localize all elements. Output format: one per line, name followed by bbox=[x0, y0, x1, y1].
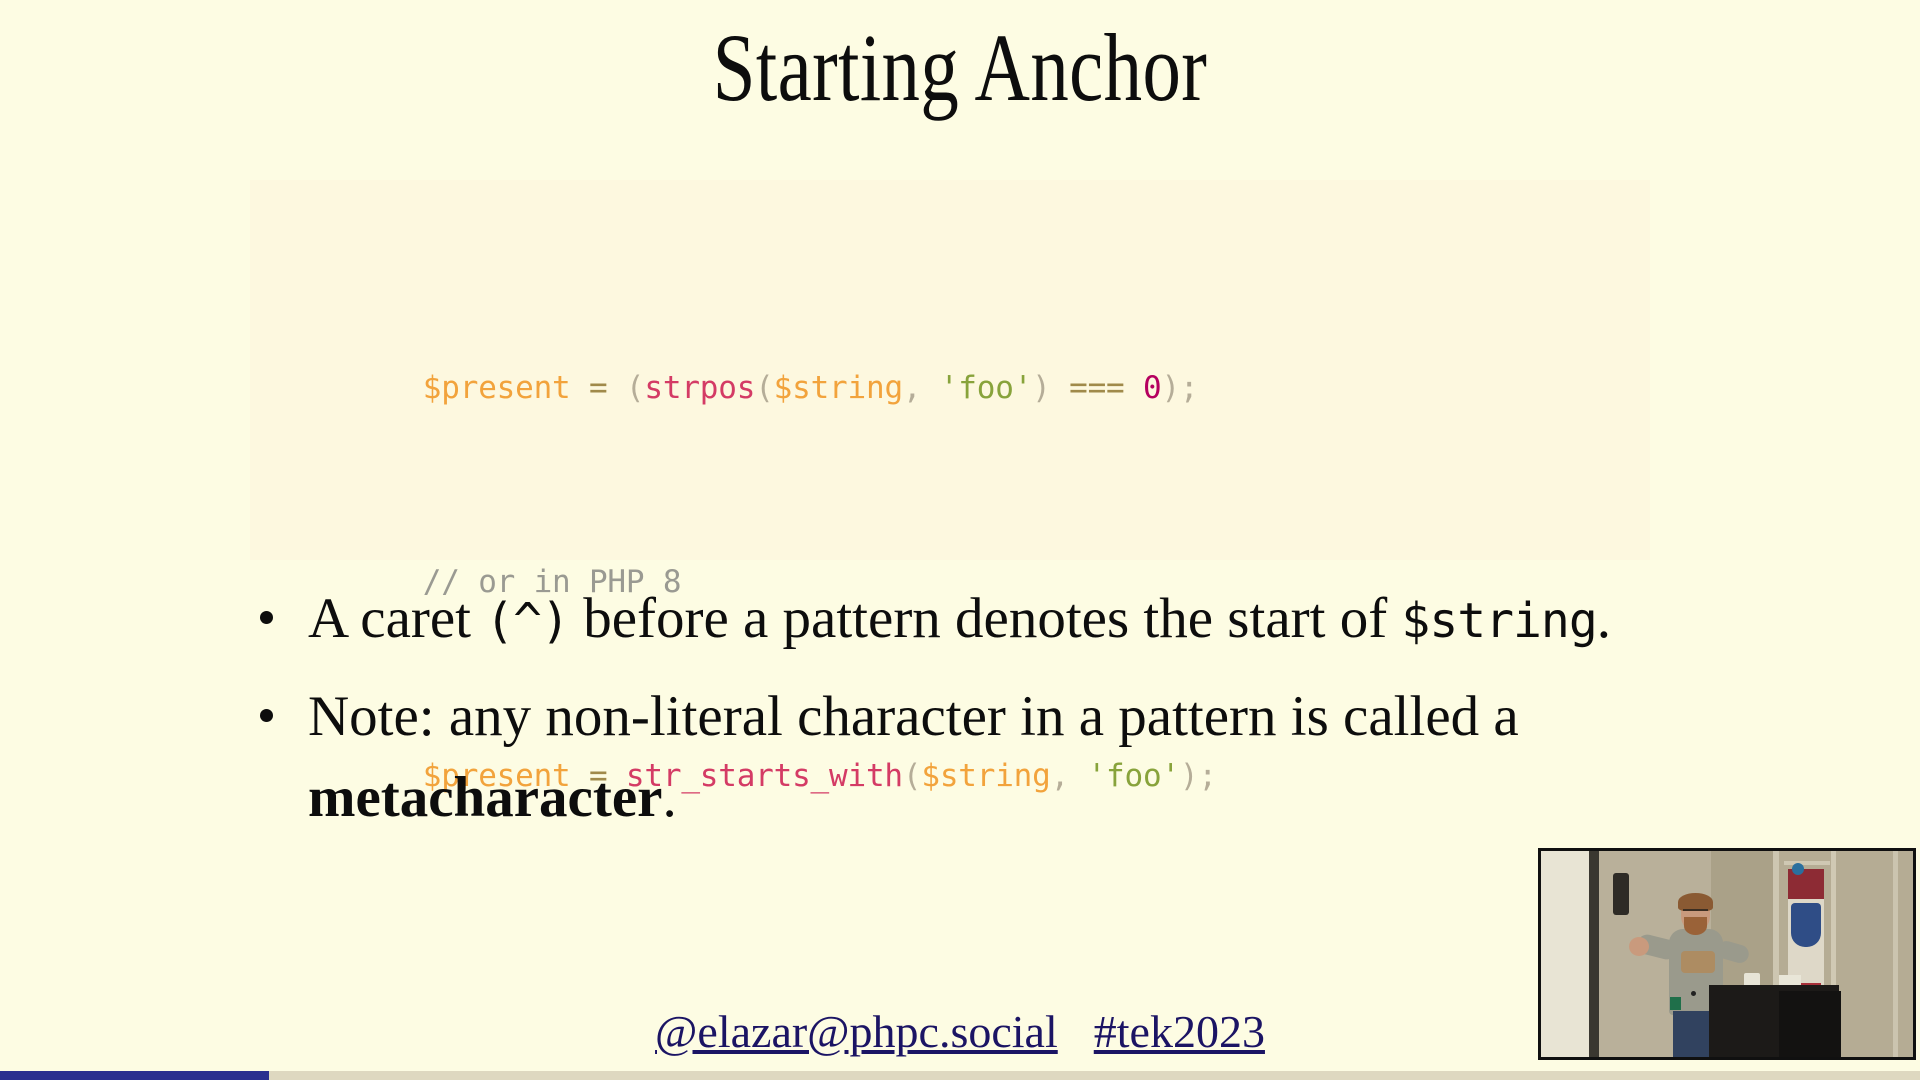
podium-side bbox=[1779, 991, 1841, 1057]
speaker-shirt-graphic bbox=[1681, 951, 1715, 973]
bullet-text-part: . bbox=[662, 766, 677, 829]
banner-knob bbox=[1792, 863, 1804, 875]
wall-left bbox=[1541, 851, 1589, 1057]
mastodon-handle-link[interactable]: @elazar@phpc.social bbox=[655, 1006, 1058, 1057]
code-token-paren: ( bbox=[755, 369, 774, 406]
presentation-slide: Starting Anchor $present = (strpos($stri… bbox=[0, 0, 1920, 1080]
code-token-variable: $present bbox=[422, 369, 571, 406]
code-token-variable: $string bbox=[773, 369, 903, 406]
code-token-comma: , bbox=[902, 369, 922, 406]
speaker-lapel-mic bbox=[1691, 991, 1696, 996]
bullet-text-part-bold: metacharacter bbox=[308, 766, 663, 829]
bullet-dot-icon bbox=[260, 611, 273, 624]
code-token-terminator: ); bbox=[1161, 369, 1199, 406]
bullet-text-part-mono: $string bbox=[1401, 593, 1597, 649]
slide-progress-fill bbox=[0, 1071, 269, 1080]
page-title: Starting Anchor bbox=[712, 14, 1208, 121]
code-token-paren: ( bbox=[625, 369, 645, 406]
bullet-text-part: Note: any non-literal character in a pat… bbox=[308, 685, 1519, 748]
bullet-text-part: A caret bbox=[308, 587, 486, 650]
code-line-2: // or in PHP 8 bbox=[312, 509, 1650, 600]
wall-edge-dark bbox=[1589, 851, 1599, 1057]
code-block: $present = (strpos($string, 'foo') === 0… bbox=[250, 180, 1650, 794]
hashtag-link[interactable]: #tek2023 bbox=[1094, 1006, 1265, 1057]
speaker-hand-left bbox=[1629, 937, 1649, 956]
banner-badge-1 bbox=[1791, 903, 1821, 947]
banner-rod bbox=[1784, 861, 1830, 865]
speaker-beard bbox=[1684, 917, 1707, 935]
speaker-glasses-icon bbox=[1683, 909, 1708, 915]
list-item: Note: any non-literal character in a pat… bbox=[252, 676, 1612, 838]
door-handle-icon bbox=[1613, 873, 1629, 915]
bullet-text-part: before a pattern denotes the start of bbox=[568, 587, 1402, 650]
code-token-function: strpos bbox=[644, 369, 756, 406]
code-token-string: 'foo' bbox=[939, 369, 1033, 406]
list-item: A caret (^) before a pattern denotes the… bbox=[252, 578, 1612, 662]
code-token-operator: = bbox=[588, 369, 608, 406]
speaker-lanyard-badge bbox=[1670, 997, 1681, 1010]
speaker-video-thumbnail[interactable] bbox=[1538, 848, 1916, 1060]
wall-seam-3 bbox=[1893, 851, 1898, 1057]
slide-progress-bar[interactable] bbox=[0, 1071, 1920, 1080]
code-line-1: $present = (strpos($string, 'foo') === 0… bbox=[312, 315, 1650, 406]
bullet-text-part: . bbox=[1596, 587, 1611, 650]
code-token-number: 0 bbox=[1142, 369, 1162, 406]
bullet-dot-icon bbox=[260, 709, 273, 722]
video-frame bbox=[1541, 851, 1913, 1057]
bullet-list: A caret (^) before a pattern denotes the… bbox=[252, 578, 1612, 852]
code-token-operator: === bbox=[1069, 369, 1125, 406]
bullet-text-part-mono: (^) bbox=[485, 593, 570, 649]
code-token-paren: ) bbox=[1032, 369, 1051, 406]
